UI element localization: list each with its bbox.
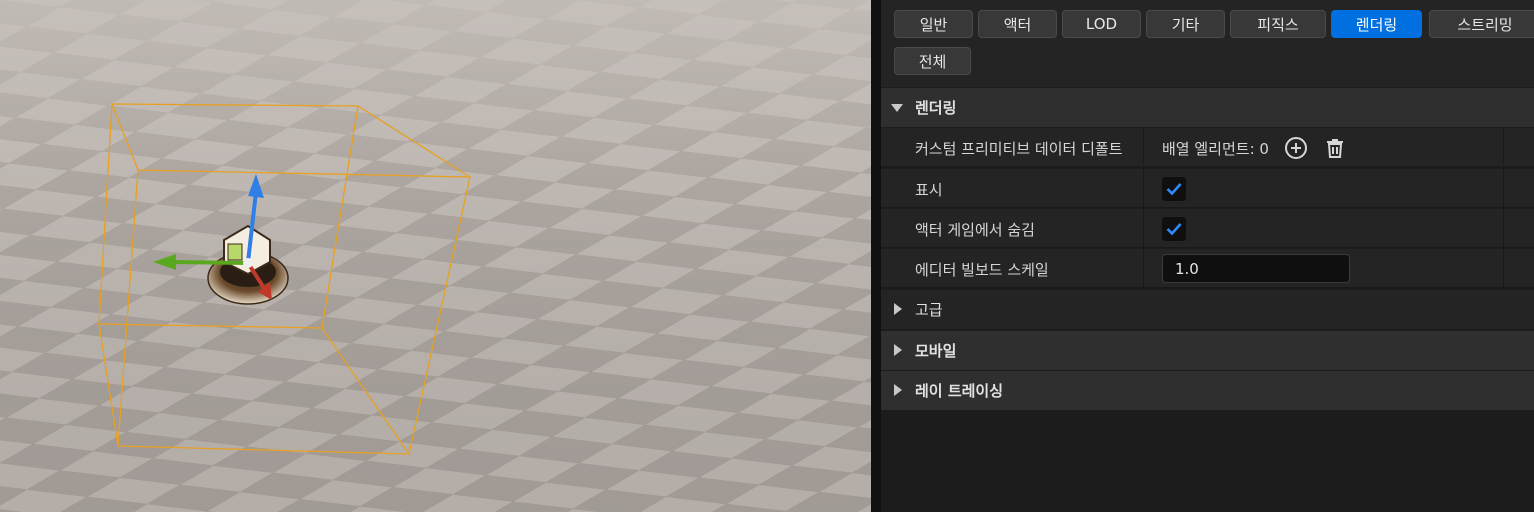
details-empty-area [881,410,1534,512]
triangle-right-icon [894,303,902,315]
add-circle-icon[interactable] [1283,135,1309,161]
column-divider[interactable] [1143,209,1144,248]
tab-rendering[interactable]: 렌더링 [1331,10,1422,38]
property-row-billboard-scale: 에디터 빌보드 스케일 [881,249,1534,288]
column-divider[interactable] [1143,169,1144,208]
category-rendering-label: 렌더링 [915,99,957,117]
visible-checkbox[interactable] [1162,177,1186,201]
checkmark-icon [1166,183,1182,196]
triangle-down-icon [891,104,903,112]
tab-physics[interactable]: 피직스 [1230,10,1326,38]
property-name-custom-primitive-data: 커스텀 프리미티브 데이터 디폴트 [915,140,1123,158]
tab-streaming[interactable]: 스트리밍 [1429,10,1534,38]
column-divider[interactable] [1143,249,1144,288]
trash-icon[interactable] [1322,135,1348,161]
column-divider-right [1503,169,1504,208]
property-name-billboard-scale: 에디터 빌보드 스케일 [915,261,1049,279]
property-row-visible: 표시 [881,169,1534,208]
hidden-in-game-checkbox[interactable] [1162,217,1186,241]
checkmark-icon [1166,223,1182,236]
triangle-right-icon [894,344,902,356]
panel-splitter[interactable] [871,0,881,512]
details-panel: 일반 액터 LOD 기타 피직스 렌더링 스트리밍 전체 렌더링 커스텀 프리미… [881,0,1534,512]
billboard-scale-input[interactable] [1162,254,1350,283]
tab-actor[interactable]: 액터 [978,10,1057,38]
section-advanced[interactable]: 고급 [881,290,1534,329]
level-viewport[interactable] [0,0,871,512]
section-advanced-label: 고급 [915,301,943,319]
tab-lod[interactable]: LOD [1062,10,1141,38]
column-divider[interactable] [1143,128,1144,167]
viewport-scene [0,0,871,512]
triangle-right-icon [894,384,902,396]
property-row-hidden-in-game: 액터 게임에서 숨김 [881,209,1534,248]
category-ray-tracing-label: 레이 트레이싱 [915,382,1004,400]
category-ray-tracing[interactable]: 레이 트레이싱 [881,371,1534,410]
category-mobile-label: 모바일 [915,342,957,360]
column-divider-right [1503,249,1504,288]
tab-all[interactable]: 전체 [894,47,971,75]
property-row-custom-primitive-data: 커스텀 프리미티브 데이터 디폴트 배열 엘리먼트: 0 [881,128,1534,167]
tab-general[interactable]: 일반 [894,10,973,38]
tab-misc[interactable]: 기타 [1146,10,1225,38]
filter-tab-bar: 일반 액터 LOD 기타 피직스 렌더링 스트리밍 전체 [881,0,1534,87]
column-divider-right [1503,128,1504,167]
property-name-visible: 표시 [915,181,943,199]
column-divider-right [1503,209,1504,248]
property-name-hidden-in-game: 액터 게임에서 숨김 [915,221,1035,239]
category-mobile[interactable]: 모바일 [881,331,1534,370]
array-elements-label: 배열 엘리먼트: 0 [1162,140,1269,158]
category-rendering[interactable]: 렌더링 [881,88,1534,127]
